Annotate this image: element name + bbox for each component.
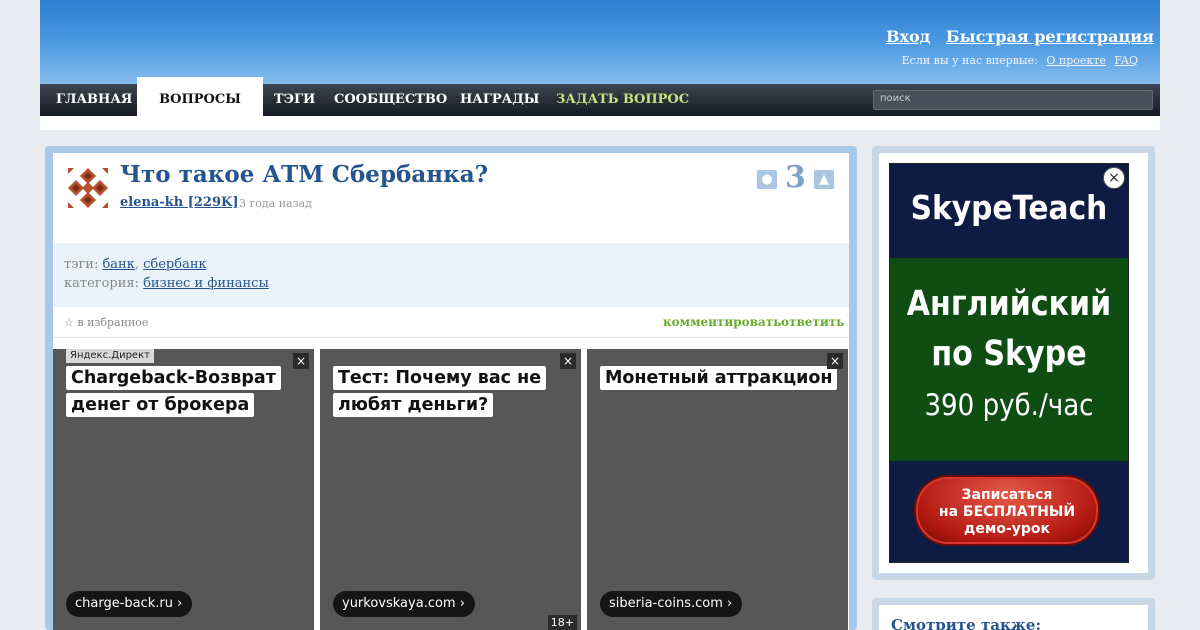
question-time: 3 года назад xyxy=(239,197,312,210)
register-link[interactable]: Быстрая регистрация xyxy=(946,27,1154,46)
nav-awards[interactable]: НАГРАДЫ xyxy=(460,84,539,116)
tags-box xyxy=(53,243,849,307)
favorite-label: в избранное xyxy=(77,316,149,329)
author-avatar[interactable] xyxy=(66,166,110,210)
category-link[interactable]: бизнес и финансы xyxy=(143,276,269,291)
banner-price: 390 руб./час xyxy=(924,388,1094,422)
nav-home[interactable]: ГЛАВНАЯ xyxy=(56,84,132,116)
category-label: категория: xyxy=(64,276,139,291)
question-title[interactable]: Что такое АТМ Сбербанка? xyxy=(120,161,488,188)
auth-links: Вход Быстрая регистрация xyxy=(876,27,1154,46)
tags-label: тэги: xyxy=(64,257,99,272)
category-line: категория: бизнес и финансы xyxy=(64,276,269,291)
tag-separator: , xyxy=(134,257,139,272)
favorite-button[interactable]: ☆ в избранное xyxy=(64,316,148,329)
nav-tags[interactable]: ТЭГИ xyxy=(274,84,315,116)
cta-line: демо-урок xyxy=(964,521,1050,537)
ad-card[interactable]: Тест: Почему вас не любят деньги? × yurk… xyxy=(320,349,581,630)
see-also-heading: Смотрите также: xyxy=(891,616,1042,630)
ad-domain[interactable]: siberia-coins.com › xyxy=(600,591,743,617)
ad-card[interactable]: Chargeback-Возврат денег от брокера × ch… xyxy=(53,349,314,630)
close-icon[interactable]: × xyxy=(827,353,843,369)
skypeteach-banner[interactable]: SkypeTeach Английский по Skype 390 руб./… xyxy=(889,163,1129,563)
nav-questions[interactable]: ВОПРОСЫ xyxy=(137,77,263,116)
answer-link[interactable]: ответить xyxy=(781,315,844,329)
author-link[interactable]: elena-kh [229K] xyxy=(120,195,238,210)
about-link[interactable]: О проекте xyxy=(1046,54,1106,67)
tags-line: тэги: банк, сбербанк xyxy=(64,257,207,272)
answers-bubble-icon: ● xyxy=(757,170,777,189)
chevron-right-icon: › xyxy=(177,596,183,611)
close-icon[interactable]: × xyxy=(560,353,576,369)
star-icon: ☆ xyxy=(64,316,74,329)
site-header: Вход Быстрая регистрация Если вы у нас в… xyxy=(40,0,1160,84)
age-rating-badge: 18+ xyxy=(547,615,577,630)
first-visit-info: Если вы у нас впервые: О проекте FAQ xyxy=(902,54,1138,67)
banner-brand: SkypeTeach xyxy=(910,188,1108,227)
chevron-right-icon: › xyxy=(459,596,465,611)
tag-link[interactable]: сбербанк xyxy=(143,257,207,272)
ad-headline[interactable]: Тест: Почему вас не любят деньги? xyxy=(333,365,573,419)
faq-link[interactable]: FAQ xyxy=(1114,54,1138,67)
close-icon[interactable]: × xyxy=(293,353,309,369)
ad-domain[interactable]: yurkovskaya.com › xyxy=(333,591,475,617)
header-strip xyxy=(40,116,1160,130)
ad-headline[interactable]: Chargeback-Возврат денег от брокера xyxy=(66,365,306,419)
cta-line: Записаться xyxy=(961,487,1053,503)
login-link[interactable]: Вход xyxy=(886,27,930,46)
close-icon[interactable]: × xyxy=(1103,167,1125,189)
comment-link[interactable]: комментировать xyxy=(663,315,781,329)
cta-line: на БЕСПЛАТНЫЙ xyxy=(938,504,1076,520)
answers-count: 3 xyxy=(785,160,806,195)
ad-headline[interactable]: Монетный аттракцион xyxy=(600,365,840,392)
banner-line-2: по Skype xyxy=(931,334,1087,374)
tag-link[interactable]: банк xyxy=(102,257,134,272)
yandex-direct-label[interactable]: Яндекс.Директ xyxy=(66,349,154,363)
ad-domain[interactable]: charge-back.ru › xyxy=(66,591,193,617)
banner-line-1: Английский xyxy=(906,284,1112,324)
ad-card[interactable]: Монетный аттракцион × siberia-coins.com … xyxy=(587,349,848,630)
nav-community[interactable]: СООБЩЕСТВО xyxy=(334,84,447,116)
banner-signup-button[interactable]: Записаться на БЕСПЛАТНЫЙ демо-урок xyxy=(916,477,1098,544)
thumbs-up-icon[interactable]: ▲ xyxy=(814,170,834,189)
nav-ask-question[interactable]: ЗАДАТЬ ВОПРОС xyxy=(556,84,689,116)
first-visit-text: Если вы у нас впервые: xyxy=(901,54,1038,67)
main-nav: ГЛАВНАЯ ВОПРОСЫ ТЭГИ СООБЩЕСТВО НАГРАДЫ … xyxy=(40,77,1160,116)
search-input[interactable]: поиск xyxy=(873,90,1153,110)
chevron-right-icon: › xyxy=(727,596,733,611)
